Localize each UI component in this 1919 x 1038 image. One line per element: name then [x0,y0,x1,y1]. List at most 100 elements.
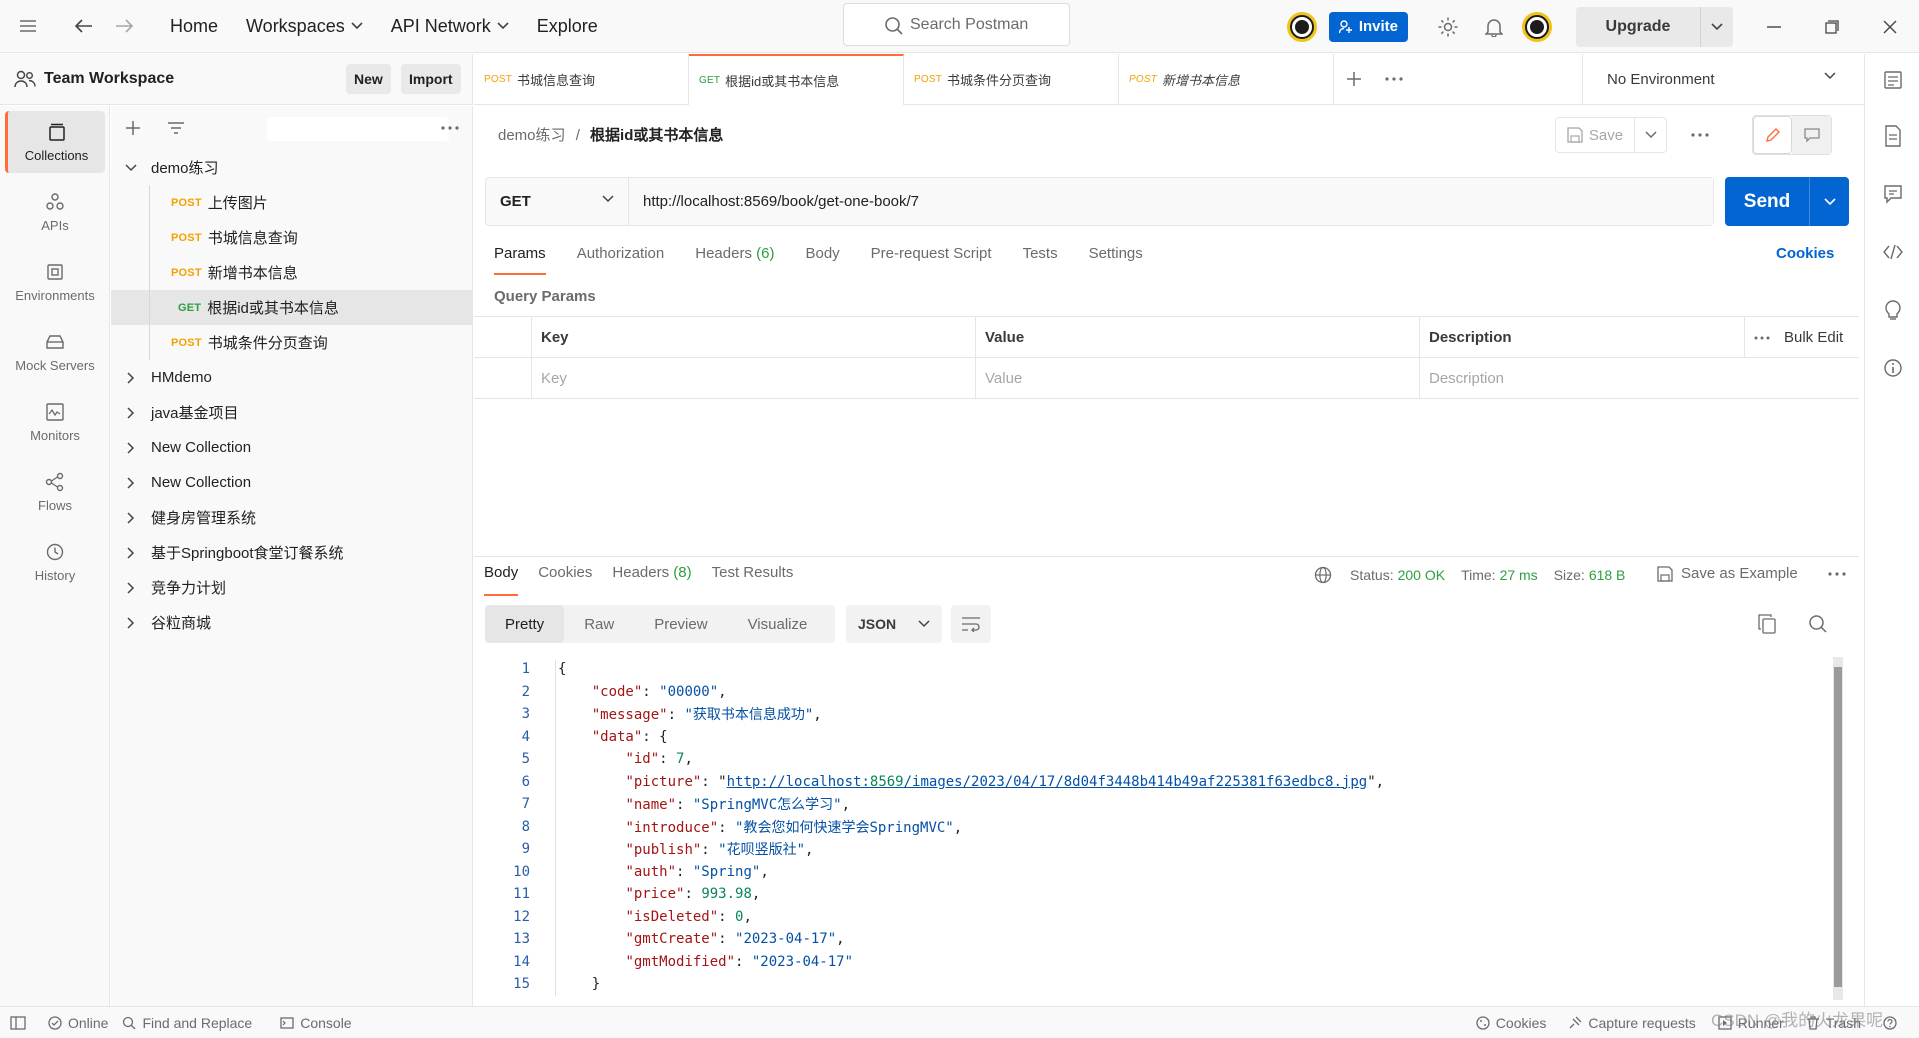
search-postman-input[interactable]: Search Postman [843,3,1070,46]
tab-tests[interactable]: Tests [1023,245,1058,275]
tab-body[interactable]: Body [805,245,839,275]
response-body-code[interactable]: 1{2 "code": "00000", 3 "message": "获取书本信息… [485,658,1840,998]
value-input[interactable]: Value [976,358,1420,399]
tree-request[interactable]: POST 书城条件分页查询 [111,325,473,360]
rail-monitors[interactable]: Monitors [5,391,105,453]
tree-collection[interactable]: 谷粒商城 [111,605,473,640]
environment-quicklook-icon[interactable] [1881,68,1905,92]
comments-icon[interactable] [1881,182,1905,206]
response-divider[interactable] [474,556,1859,557]
tree-request[interactable]: POST 书城信息查询 [111,220,473,255]
chevron-down-icon[interactable] [1700,6,1733,47]
toggle-sidebar-icon[interactable] [10,1015,26,1030]
tab-response-body[interactable]: Body [484,564,519,596]
nav-explore[interactable]: Explore [537,16,598,37]
invite-button[interactable]: Invite [1328,11,1408,42]
save-button[interactable]: Save [1555,117,1635,153]
plus-icon[interactable] [125,120,141,136]
copy-icon[interactable] [1758,614,1776,634]
tab-pre-request-script[interactable]: Pre-request Script [871,245,992,275]
minimize-icon[interactable] [1745,0,1803,53]
wrap-lines-icon[interactable] [951,605,991,643]
nav-workspaces[interactable]: Workspaces [246,16,363,37]
gear-icon[interactable] [1428,7,1468,47]
help-icon[interactable] [1883,1016,1897,1030]
tree-collection[interactable]: HMdemo [111,360,473,395]
bulk-edit-link[interactable]: Bulk Edit [1784,329,1843,346]
team-avatar[interactable] [1286,11,1317,42]
restore-icon[interactable] [1803,0,1861,53]
tree-collection[interactable]: java基金项目 [111,395,473,430]
tab-headers[interactable]: Headers (6) [695,245,774,275]
user-avatar[interactable] [1522,11,1552,42]
cookies-link[interactable]: Cookies [1776,245,1834,262]
find-replace-button[interactable]: Find and Replace [122,1015,252,1031]
import-button[interactable]: Import [401,64,461,94]
cookies-button[interactable]: Cookies [1476,1015,1546,1031]
breadcrumb-parent[interactable]: demo练习 [498,127,566,144]
nav-home[interactable]: Home [170,16,218,37]
chevron-right-icon[interactable] [111,476,151,489]
tab-params[interactable]: Params [494,245,546,275]
environment-selector[interactable]: No Environment [1582,54,1864,105]
view-preview[interactable]: Preview [634,605,727,643]
chevron-down-icon[interactable] [111,163,151,172]
filter-icon[interactable] [167,121,185,135]
tree-collection[interactable]: New Collection [111,465,473,500]
chevron-down-icon[interactable] [1809,177,1849,226]
tab-response-cookies[interactable]: Cookies [538,564,592,596]
tab-request[interactable]: POST 新增书本信息 [1119,54,1334,105]
online-status[interactable]: Online [48,1015,108,1031]
more-icon[interactable] [441,126,459,130]
chevron-down-icon[interactable] [1635,117,1667,153]
comment-icon[interactable] [1792,116,1831,154]
view-raw[interactable]: Raw [564,605,634,643]
search-icon[interactable] [1808,614,1828,634]
more-icon[interactable] [1691,133,1709,137]
menu-icon[interactable] [8,6,48,46]
tab-request-active[interactable]: GET 根据id或其书本信息 [689,54,904,105]
forward-arrow-icon[interactable] [104,6,144,46]
back-arrow-icon[interactable] [64,6,104,46]
rail-apis[interactable]: APIs [5,181,105,243]
chevron-right-icon[interactable] [111,371,151,384]
capture-requests-button[interactable]: Capture requests [1568,1015,1696,1031]
chevron-right-icon[interactable] [111,406,151,419]
tab-test-results[interactable]: Test Results [712,564,794,596]
rail-mock-servers[interactable]: Mock Servers [5,321,105,383]
tree-request[interactable]: POST 新增书本信息 [111,255,473,290]
lightbulb-icon[interactable] [1881,298,1905,322]
more-icon[interactable] [1374,54,1414,104]
rail-environments[interactable]: Environments [5,251,105,313]
breadcrumb-current[interactable]: 根据id或其书本信息 [590,127,723,144]
tree-collection[interactable]: 基于Springboot食堂订餐系统 [111,535,473,570]
code-icon[interactable] [1881,240,1905,264]
description-input[interactable]: Description [1420,358,1859,399]
more-icon[interactable] [1828,571,1846,576]
new-button[interactable]: New [346,64,391,94]
method-select[interactable]: GET [486,178,629,225]
tab-authorization[interactable]: Authorization [577,245,665,275]
rail-flows[interactable]: Flows [5,461,105,523]
url-input[interactable] [629,178,1713,225]
chevron-right-icon[interactable] [111,616,151,629]
bell-icon[interactable] [1474,7,1514,47]
console-button[interactable]: Console [280,1015,352,1031]
chevron-right-icon[interactable] [111,441,151,454]
rail-collections[interactable]: Collections [5,111,105,173]
tree-collection[interactable]: 竞争力计划 [111,570,473,605]
chevron-right-icon[interactable] [111,546,151,559]
chevron-right-icon[interactable] [111,581,151,594]
size-value[interactable]: 618 B [1589,567,1626,583]
view-pretty[interactable]: Pretty [485,605,565,643]
tab-request[interactable]: POST 书城条件分页查询 [904,54,1119,105]
tree-request-active[interactable]: GET 根据id或其书本信息 [111,290,473,325]
status-value[interactable]: 200 OK [1398,567,1445,583]
send-button[interactable]: Send [1725,177,1849,226]
time-value[interactable]: 27 ms [1500,567,1538,583]
info-icon[interactable] [1881,356,1905,380]
tree-collection[interactable]: 健身房管理系统 [111,500,473,535]
more-icon[interactable] [1754,336,1770,340]
tab-settings[interactable]: Settings [1089,245,1143,275]
plus-icon[interactable] [1334,54,1374,104]
